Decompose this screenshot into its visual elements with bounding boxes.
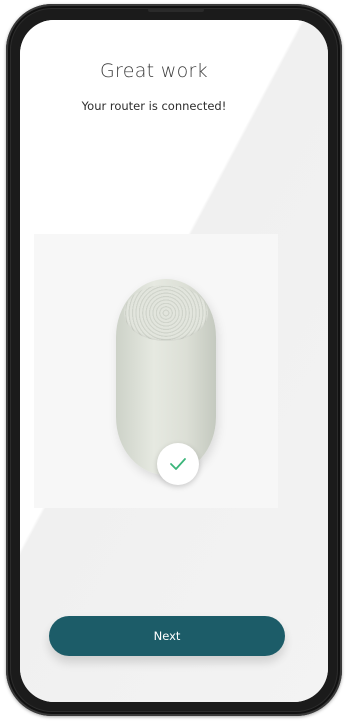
checkmark-icon (170, 458, 186, 470)
router-top-grille (124, 285, 208, 341)
page: Great work Your router is connected! Nex… (0, 0, 351, 726)
earpiece-speaker (148, 8, 204, 12)
connected-status-badge (157, 443, 199, 485)
next-button[interactable]: Next (49, 616, 285, 656)
page-subtitle: Your router is connected! (81, 99, 227, 113)
page-title: Great work (100, 60, 208, 82)
